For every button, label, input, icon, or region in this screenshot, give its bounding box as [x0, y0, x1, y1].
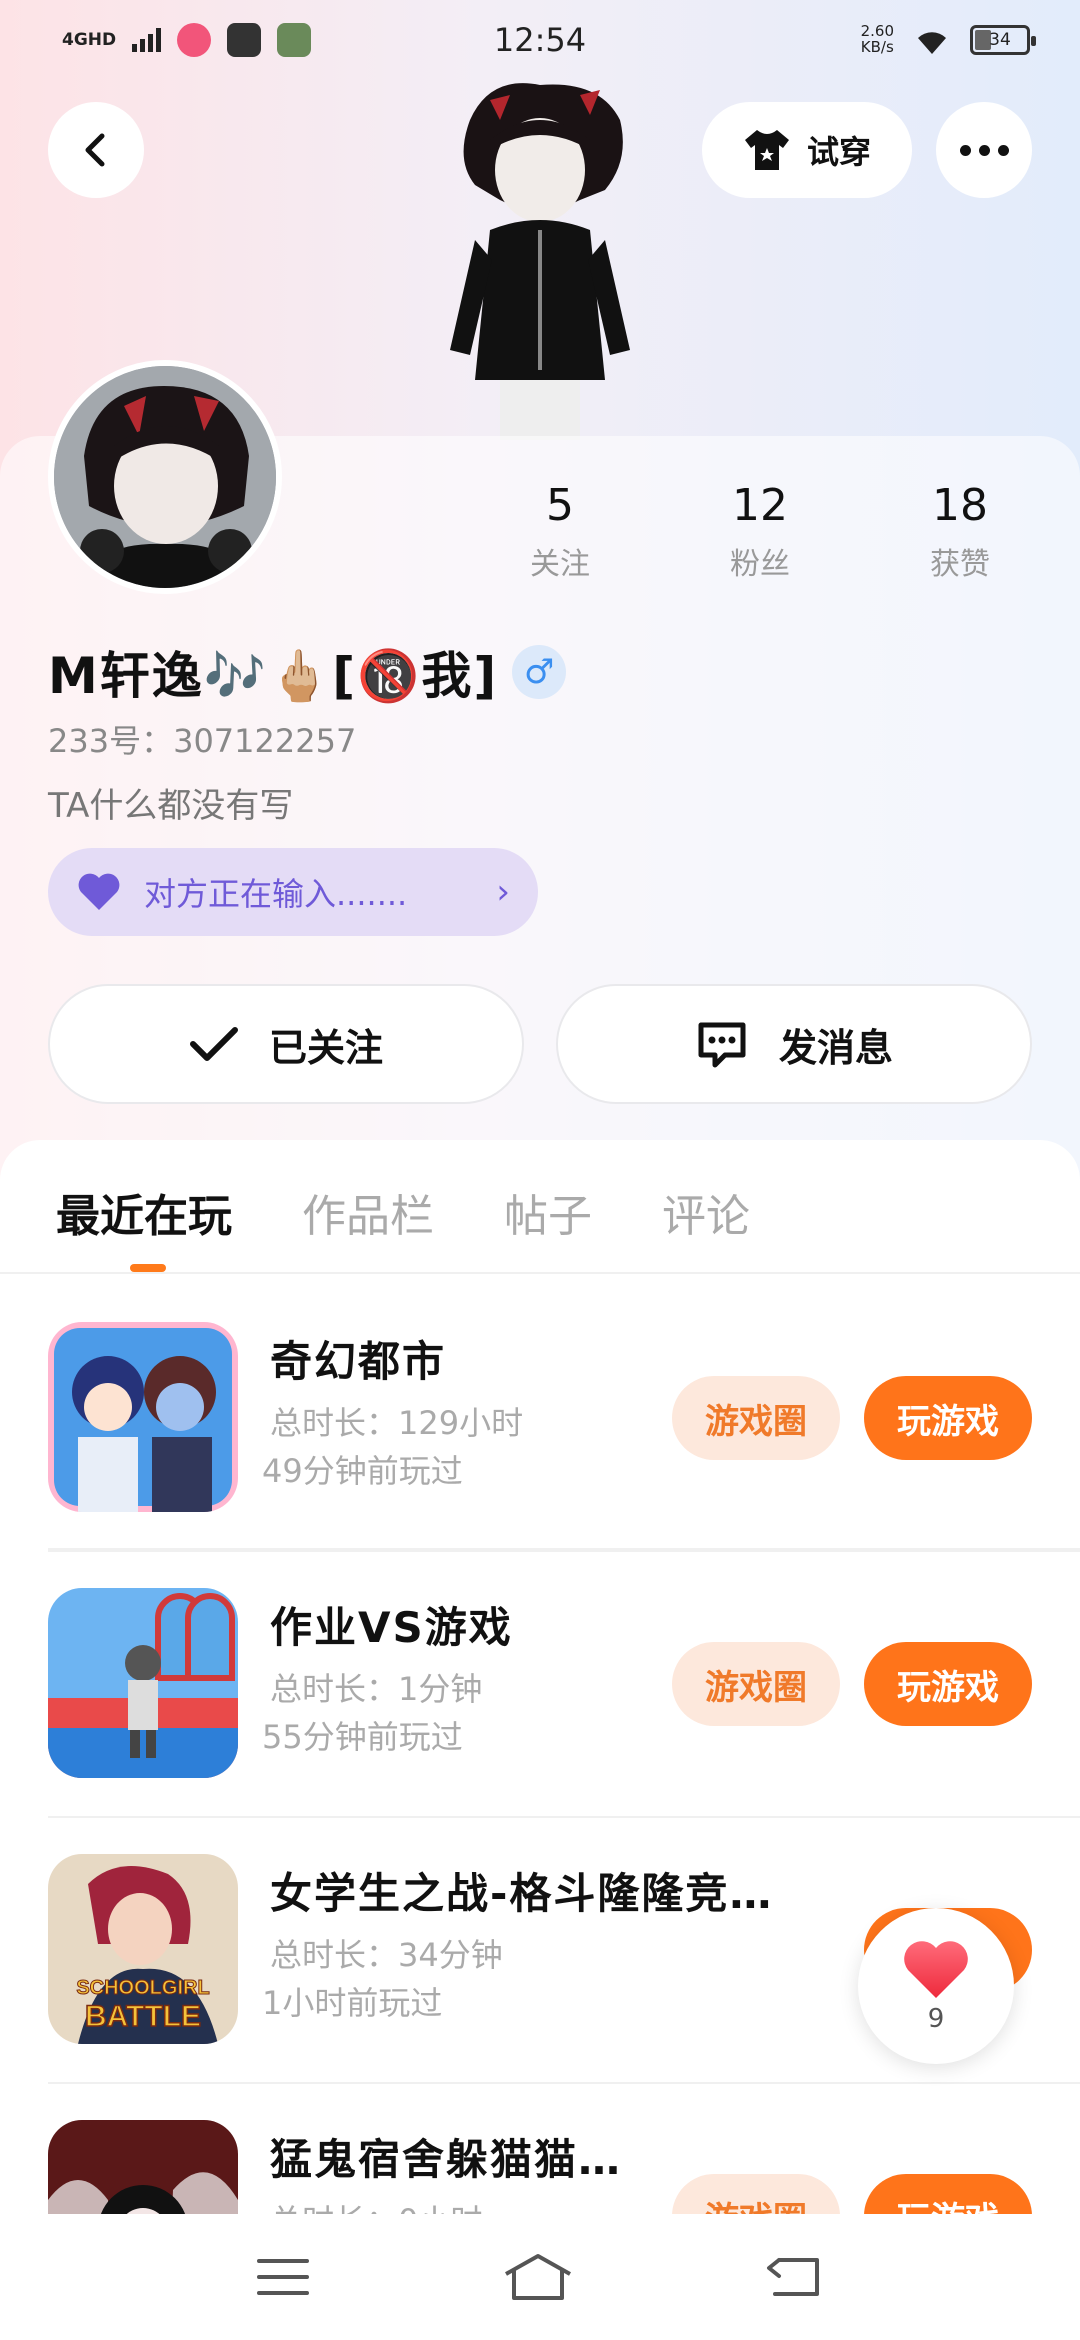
send-message-label: 发消息	[778, 1025, 893, 1070]
divider	[48, 2082, 1080, 2084]
heart-icon	[904, 1941, 968, 1998]
back-button[interactable]	[48, 102, 144, 198]
battery-level: 34	[989, 30, 1011, 50]
game-title: 奇幻都市	[270, 1337, 447, 1386]
app-notification-icon	[227, 23, 262, 57]
user-id: 233号：307122257	[48, 722, 357, 760]
more-options-button[interactable]	[936, 102, 1032, 198]
status-time: 12:54	[493, 21, 587, 59]
stat-likes[interactable]: 18 获赞	[880, 480, 1040, 583]
followed-label: 已关注	[268, 1025, 383, 1070]
chat-bubble-icon	[698, 1022, 746, 1068]
app-notification-icon	[277, 23, 312, 57]
gender-male-icon: ♂	[512, 645, 567, 699]
game-list-item[interactable]: 作业VS游戏 总时长：1分钟 55分钟前玩过 游戏圈 玩游戏	[0, 1446, 1080, 1778]
back-nav-icon[interactable]	[765, 2254, 825, 2300]
stat-value: 5	[546, 480, 574, 531]
menu-icon[interactable]	[255, 2255, 311, 2299]
profile-stats: 5 关注 12 粉丝 18 获赞	[480, 480, 1040, 583]
game-list-item[interactable]: 奇幻都市 总时长：129小时 49分钟前玩过 游戏圈 玩游戏	[0, 1180, 1080, 1550]
check-icon	[189, 1027, 238, 1061]
stat-value: 18	[932, 480, 988, 531]
stat-label: 获赞	[930, 547, 990, 582]
network-type: 4GHD	[62, 29, 117, 50]
game-duration: 总时长：1分钟	[270, 1670, 483, 1708]
avatar-image	[54, 366, 276, 588]
status-right: 2.60 KB/s 34	[860, 23, 1036, 56]
game-duration: 总时长：34分钟	[270, 1936, 503, 1974]
avatar[interactable]	[48, 360, 282, 594]
typing-status-pill[interactable]: 对方正在输入....... ›	[48, 848, 538, 936]
stat-followers[interactable]: 12 粉丝	[680, 480, 840, 583]
divider	[48, 1816, 1080, 1818]
user-name: M轩逸🎶🖕🏼[🔞我]	[48, 647, 499, 705]
status-bar: 4GHD 12:54 2.60 KB/s 34	[0, 0, 1080, 80]
chevron-right-icon: ›	[496, 872, 510, 912]
game-title: 作业VS游戏	[270, 1603, 513, 1652]
system-navigation-bar	[0, 2214, 1080, 2340]
signal-icon	[132, 28, 162, 52]
recently-played-list: 奇幻都市 总时长：129小时 49分钟前玩过 游戏圈 玩游戏 作业VS游戏 总时…	[0, 1180, 1080, 2224]
tshirt-icon	[744, 130, 789, 170]
try-on-button[interactable]: 试穿	[702, 102, 912, 198]
wifi-icon	[918, 32, 946, 54]
send-message-button[interactable]: 发消息	[556, 984, 1032, 1104]
status-left: 4GHD	[62, 23, 312, 57]
divider	[48, 1550, 1080, 1552]
try-on-label: 试穿	[806, 133, 871, 171]
game-duration: 总时长：129小时	[270, 1404, 524, 1442]
game-cover-image	[48, 2120, 238, 2224]
stat-label: 粉丝	[730, 547, 790, 582]
app-notification-icon	[177, 23, 212, 57]
followed-button[interactable]: 已关注	[48, 984, 524, 1104]
battery-icon: 34	[970, 25, 1036, 55]
stat-following[interactable]: 5 关注	[480, 480, 640, 583]
stat-label: 关注	[530, 547, 590, 582]
typing-status-text: 对方正在输入.......	[144, 875, 408, 913]
floating-like-button[interactable]: 9	[858, 1908, 1014, 2064]
speed-unit: KB/s	[860, 38, 894, 56]
more-dots-icon	[959, 144, 1009, 156]
chevron-left-icon	[85, 133, 105, 167]
user-bio: TA什么都没有写	[48, 786, 294, 826]
heart-icon	[78, 873, 120, 910]
home-icon[interactable]	[502, 2252, 574, 2302]
game-title: 猛鬼宿舍躲猫猫…	[270, 2135, 623, 2184]
like-count: 9	[927, 2004, 945, 2034]
name-row: M轩逸🎶🖕🏼[🔞我] ♂	[48, 636, 567, 708]
game-title: 女学生之战-格斗隆隆竞…	[270, 1869, 774, 1918]
stat-value: 12	[732, 480, 788, 531]
game-icon	[48, 2120, 238, 2224]
network-speed: 2.60 KB/s	[860, 23, 894, 56]
avatar-character-figure	[450, 83, 630, 440]
